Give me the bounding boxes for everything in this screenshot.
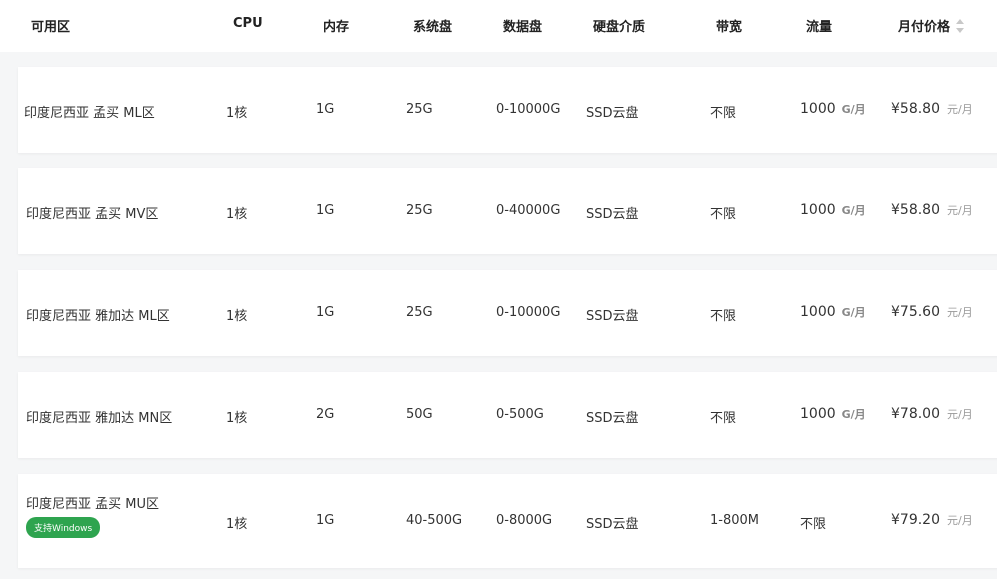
header-system-disk: 系统盘 (413, 20, 453, 35)
traffic-unit: G/月 (841, 204, 866, 217)
header-price-sort[interactable]: 月付价格 (898, 16, 965, 35)
header-data-disk: 数据盘 (503, 20, 543, 35)
traffic-cell: 1000 G/月 (800, 304, 866, 320)
header-traffic: 流量 (806, 20, 833, 35)
bandwidth-cell: 不限 (710, 106, 737, 121)
zone-cell: 印度尼西亚 孟买 ML区 (24, 106, 155, 121)
header-memory: 内存 (323, 20, 350, 35)
price-unit: 元/月 (947, 514, 973, 527)
data-disk-cell: 0-10000G (496, 102, 561, 117)
traffic-unit: G/月 (841, 306, 866, 319)
price-unit: 元/月 (947, 408, 973, 421)
price-cell: ¥79.20 元/月 (891, 512, 973, 528)
cpu-cell: 1核 (226, 207, 248, 222)
disk-type-cell: SSD云盘 (586, 411, 639, 426)
traffic-cell: 1000 G/月 (800, 202, 866, 218)
system-disk-cell: 40-500G (406, 513, 463, 528)
header-zone: 可用区 (31, 20, 71, 35)
zone-cell: 印度尼西亚 雅加达 ML区 (26, 309, 170, 324)
data-disk-cell: 0-500G (496, 407, 544, 422)
system-disk-cell: 25G (406, 305, 433, 320)
disk-type-cell: SSD云盘 (586, 309, 639, 324)
cpu-cell: 1核 (226, 411, 248, 426)
memory-cell: 2G (316, 407, 335, 422)
table-header: 可用区 CPU 内存 系统盘 数据盘 硬盘介质 带宽 流量 月付价格 (0, 0, 997, 52)
system-disk-cell: 25G (406, 102, 433, 117)
data-disk-cell: 0-10000G (496, 305, 561, 320)
cpu-cell: 1核 (226, 106, 248, 121)
traffic-unit: G/月 (841, 408, 866, 421)
traffic-value: 1000 (800, 202, 836, 218)
table-row[interactable]: 印度尼西亚 雅加达 ML区 1核 1G 25G 0-10000G SSD云盘 不… (18, 270, 997, 356)
price-unit: 元/月 (947, 306, 973, 319)
price-value: ¥58.80 (891, 101, 940, 117)
traffic-cell: 1000 G/月 (800, 406, 866, 422)
traffic-value: 1000 (800, 406, 836, 422)
disk-type-cell: SSD云盘 (586, 517, 639, 532)
sort-icon[interactable] (956, 19, 965, 33)
price-cell: ¥58.80 元/月 (891, 101, 973, 117)
traffic-value: 1000 (800, 304, 836, 320)
price-value: ¥75.60 (891, 304, 940, 320)
price-cell: ¥78.00 元/月 (891, 406, 973, 422)
traffic-cell: 1000 G/月 (800, 101, 866, 117)
memory-cell: 1G (316, 102, 335, 117)
header-cpu: CPU (233, 16, 263, 31)
price-cell: ¥75.60 元/月 (891, 304, 973, 320)
header-price: 月付价格 (898, 20, 951, 35)
table-row[interactable]: 印度尼西亚 孟买 MU区 支持Windows 1核 1G 40-500G 0-8… (18, 474, 997, 568)
price-unit: 元/月 (947, 204, 973, 217)
zone-cell: 印度尼西亚 雅加达 MN区 (26, 411, 173, 426)
system-disk-cell: 25G (406, 203, 433, 218)
table-row[interactable]: 印度尼西亚 孟买 ML区 1核 1G 25G 0-10000G SSD云盘 不限… (18, 67, 997, 153)
header-disk-type: 硬盘介质 (593, 20, 646, 35)
cpu-cell: 1核 (226, 517, 248, 532)
disk-type-cell: SSD云盘 (586, 207, 639, 222)
system-disk-cell: 50G (406, 407, 433, 422)
memory-cell: 1G (316, 305, 335, 320)
windows-support-badge: 支持Windows (26, 517, 101, 538)
price-unit: 元/月 (947, 103, 973, 116)
price-value: ¥78.00 (891, 406, 940, 422)
traffic-unit: G/月 (841, 103, 866, 116)
disk-type-cell: SSD云盘 (586, 106, 639, 121)
bandwidth-cell: 不限 (710, 207, 737, 222)
data-disk-cell: 0-8000G (496, 513, 553, 528)
price-value: ¥79.20 (891, 512, 940, 528)
memory-cell: 1G (316, 513, 335, 528)
traffic-cell: 不限 (800, 517, 827, 532)
price-value: ¥58.80 (891, 202, 940, 218)
price-cell: ¥58.80 元/月 (891, 202, 973, 218)
zone-cell: 印度尼西亚 孟买 MU区 (26, 497, 159, 512)
cpu-cell: 1核 (226, 309, 248, 324)
bandwidth-cell: 不限 (710, 411, 737, 426)
data-disk-cell: 0-40000G (496, 203, 561, 218)
memory-cell: 1G (316, 203, 335, 218)
bandwidth-cell: 1-800M (710, 513, 759, 528)
table-row[interactable]: 印度尼西亚 雅加达 MN区 1核 2G 50G 0-500G SSD云盘 不限 … (18, 372, 997, 458)
header-bandwidth: 带宽 (716, 20, 743, 35)
traffic-value: 1000 (800, 101, 836, 117)
bandwidth-cell: 不限 (710, 309, 737, 324)
table-row[interactable]: 印度尼西亚 孟买 MV区 1核 1G 25G 0-40000G SSD云盘 不限… (18, 168, 997, 254)
zone-cell: 印度尼西亚 孟买 MV区 (26, 207, 159, 222)
